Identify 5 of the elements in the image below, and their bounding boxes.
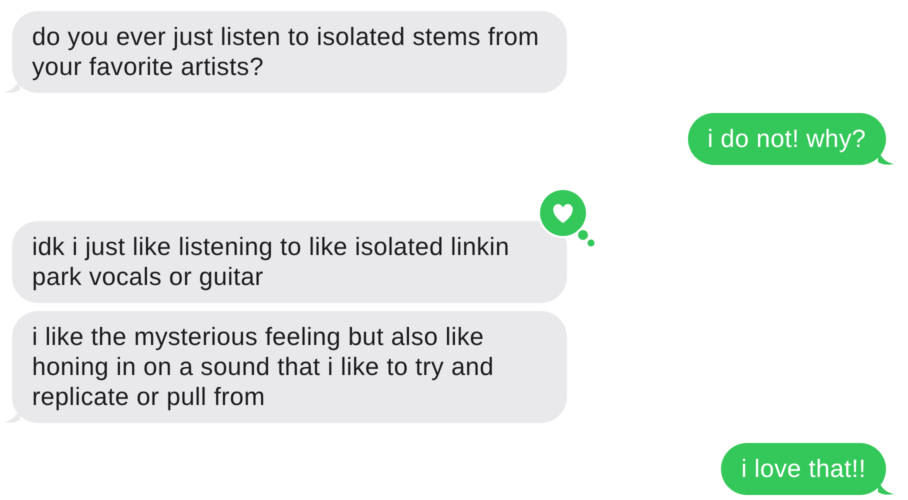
message-bubble: i do not! why? — [688, 113, 886, 165]
message-bubble: i love that!! — [721, 443, 886, 495]
message-bubble: idk i just like listening to like isolated linkin park vocals or guitar — [12, 221, 567, 303]
message-bubble: do you ever just listen to isolated stems from your favorite artists? — [12, 11, 567, 93]
message-bubble: i like the mysterious feeling but also like honing in on a sound that i like to try and replicate or pull from — [12, 311, 567, 423]
